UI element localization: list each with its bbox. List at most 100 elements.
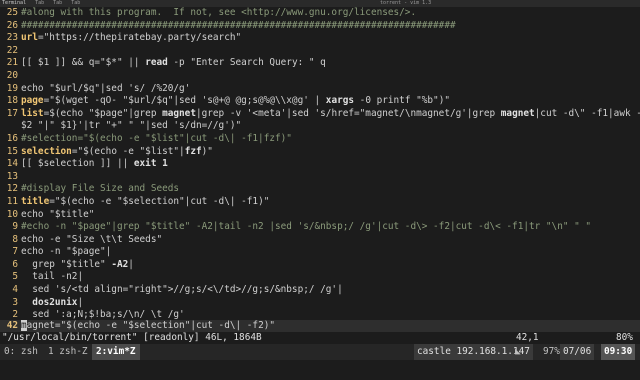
code-line[interactable]: 6 grep "$title" -A2| [0,259,640,272]
code-token: fzf [184,145,202,157]
code-token: page [21,95,44,107]
line-number: 16 [6,132,18,144]
code-line[interactable]: 21[[ $1 ]] && q="$*" || read -p "Enter S… [0,57,640,70]
line-number: 2 [12,309,18,320]
code-token: | [77,296,84,308]
code-token: read [145,57,168,69]
tmux-window-1[interactable]: 1 zsh-Z [44,344,92,360]
code-line[interactable]: 26 ######################################… [0,20,640,33]
code-token: echo "$title" [21,208,95,220]
code-line[interactable]: 13 [0,171,640,184]
line-number: 25 [6,7,18,18]
code-line[interactable]: 22 [0,45,640,58]
code-line[interactable]: 11 title="$(echo -e "$selection"|cut -d\|… [0,196,640,209]
code-line[interactable]: 8 echo -e "Size \t\t Seeds" [0,234,640,247]
code-token: |cut -d\" -f1|awk -F\& '{print [534,107,640,119]
cursor-position: 42,1 [516,332,539,343]
code-line[interactable]: 17 list=$(echo "$page"|grep magnet|grep -… [0,108,640,121]
terminal-tab[interactable]: Terminal [2,0,26,6]
line-number: 11 [6,195,18,207]
line-number: 21 [6,57,18,69]
wifi-icon: ◣ [515,346,521,357]
vim-message-line: "/usr/local/bin/torrent" [readonly] 46L,… [0,332,640,344]
tmux-window-2[interactable]: 2:vim*Z [92,344,140,360]
code-token: ########################################… [21,19,456,31]
line-number: 3 [12,296,18,308]
code-line[interactable]: 3 dos2unix| [0,297,640,310]
terminal-tabs: Terminal Tab Tab Tab [2,0,86,7]
code-token: ="$(echo -e "$selection"|cut -d\| -f1)" [49,195,270,207]
code-line[interactable]: 12 #display File Size and Seeds [0,183,640,196]
time-display: 09:30 [601,344,636,360]
code-line[interactable]: 9 #echo -n "$page"|grep "$title" -A2|tail… [0,221,640,234]
code-token: ="https://thepiratebay.party/search" [37,32,242,44]
code-token: list [21,107,44,119]
code-token: tail -n2| [21,271,84,283]
window-titlebar: Terminal Tab Tab Tab torrent - vim 1.3 [0,0,640,7]
code-token: #echo -n "$page"|grep "$title" -A2|tail … [21,221,592,233]
code-line[interactable]: 2 sed ':a;N;$!ba;s/\n/ \t /g' [0,309,640,320]
code-token: exit 1 [133,158,168,170]
code-token: | [128,258,134,270]
code-token: =$(echo "$page"|grep [43,107,163,119]
current-line[interactable]: 42 magnet="$(echo -e "$selection"|cut -d\… [0,320,640,332]
code-token: [[ $selection ]] || [21,158,134,170]
terminal-tab[interactable]: Tab [53,0,62,6]
code-token: [[ $1 ]] && q="$*" || [21,57,146,69]
code-token: -p "Enter Search Query: " q [167,57,326,69]
code-line[interactable]: 20 [0,70,640,83]
code-line[interactable]: 4 sed 's/<td align="right">//g;s/<\/td>/… [0,284,640,297]
line-number: 17 [6,107,18,119]
code-token: magnet [500,107,535,119]
line-number: 23 [6,32,18,44]
line-number: 4 [12,284,18,296]
line-number: 7 [12,246,18,258]
code-token: #selection="$(echo -e "$list"|cut -d\| -… [21,132,292,144]
line-number: 19 [6,82,18,94]
scroll-percent: 80% [616,332,633,343]
code-token: ="$(wget -qO- "$url/$q"|sed 's@+@ @g;s@%… [43,95,326,107]
code-line[interactable]: 7 echo -n "$page"| [0,246,640,259]
line-number: 13 [6,170,18,182]
code-token: xargs [325,95,355,107]
terminal-tab[interactable]: Tab [35,0,44,6]
code-line[interactable]: 10 echo "$title" [0,209,640,222]
code-token: #along with this program. If not, see <h… [21,7,417,18]
line-number: 22 [6,44,18,56]
vim-editor-buffer[interactable]: 25 #along with this program. If not, see … [0,7,640,320]
line-number: 8 [12,233,18,245]
code-token: sed 's/<td align="right">//g;s/<\/td>//g… [21,284,343,296]
date-display: 07/06 [560,344,595,360]
code-line[interactable]: 16 #selection="$(echo -e "$list"|cut -d\|… [0,133,640,146]
terminal-tab[interactable]: Tab [71,0,80,6]
line-number: 12 [6,183,18,195]
code-line[interactable]: 23 url="https://thepiratebay.party/search… [0,32,640,45]
code-line[interactable]: 19 echo "$url/$q"|sed 's/ /%20/g' [0,83,640,96]
code-token: ="$(echo -e "$list"| [71,145,185,157]
line-number: 9 [12,221,18,233]
code-line[interactable]: 15 selection="$(echo -e "$list"|fzf)" [0,146,640,159]
code-token: grep "$title" [21,258,112,270]
code-line[interactable]: 5 tail -n2| [0,271,640,284]
current-line-number: 42 [6,320,18,331]
line-number: 6 [12,258,18,270]
code-line[interactable]: 14[[ $selection ]] || exit 1 [0,158,640,171]
code-token: magnet [162,107,196,119]
line-number: 20 [6,69,18,81]
code-token: echo "$url/$q"|sed 's/ /%20/g' [21,82,191,94]
tmux-status-bar: 0: zsh 1 zsh-Z 2:vim*Z castle 192.168.1.… [0,344,640,360]
code-line[interactable]: 18 page="$(wget -qO- "$url/$q"|sed 's@+@ … [0,95,640,108]
code-token: sed ':a;N;$!ba;s/\n/ \t /g' [21,309,185,320]
code-token: $2 "|" $1}'|tr "+" " "|sed 's/dn=//g')" [21,120,242,132]
code-token: selection [21,145,72,157]
tmux-window-0[interactable]: 0: zsh [0,344,42,360]
code-token: -A2 [111,258,129,270]
line-number: 14 [6,158,18,170]
code-token: url [21,32,38,44]
code-token: echo -n "$page"| [21,246,112,258]
code-line[interactable]: 25 #along with this program. If not, see … [0,7,640,20]
line-number: 15 [6,145,18,157]
code-line[interactable]: $2 "|" $1}'|tr "+" " "|sed 's/dn=//g')" [0,120,640,133]
line-number: 5 [12,271,18,283]
